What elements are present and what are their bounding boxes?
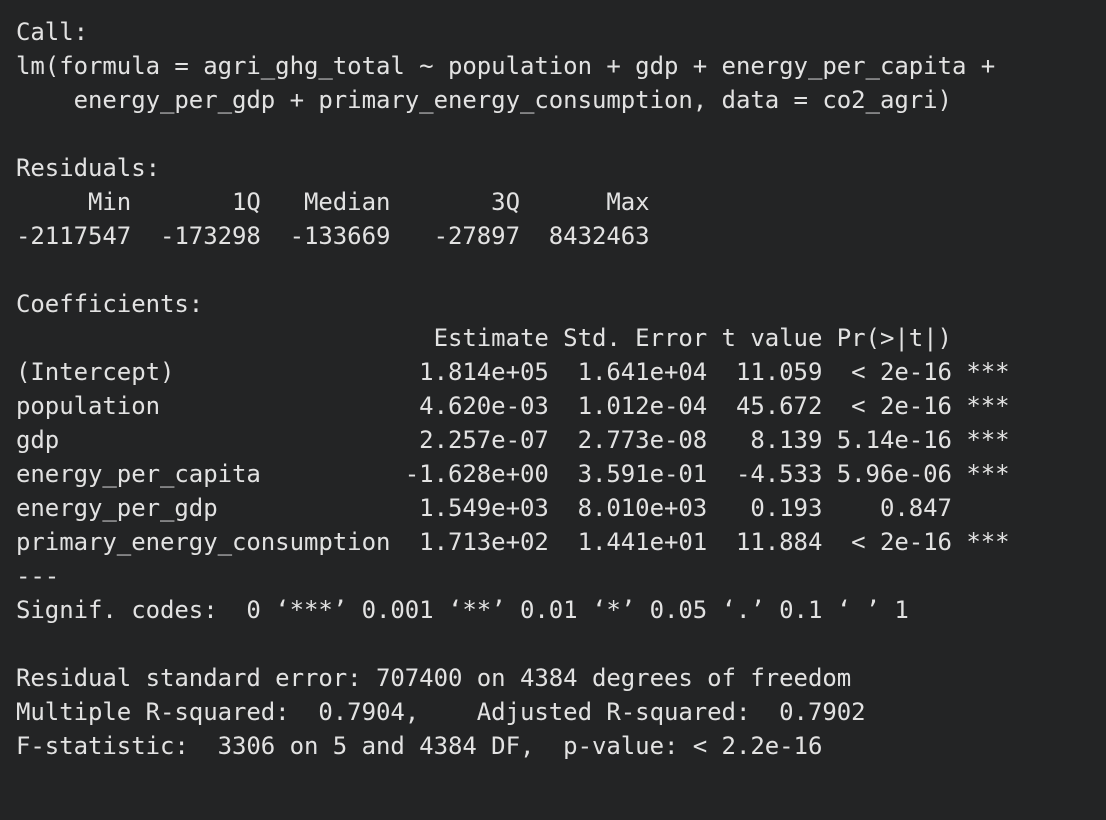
f-statistic-line: F-statistic: 3306 on 5 and 4384 DF, p-va… [16,732,823,760]
coefficients-column-headers: Estimate Std. Error t value Pr(>|t|) [16,324,1010,352]
call-header: Call: [16,18,88,46]
r-squared-line: Multiple R-squared: 0.7904, Adjusted R-s… [16,698,880,726]
residuals-labels: Min 1Q Median 3Q Max [16,188,664,216]
residuals-values: -2117547 -173298 -133669 -27897 8432463 [16,222,664,250]
coefficients-header: Coefficients: [16,290,204,318]
residual-standard-error: Residual standard error: 707400 on 4384 … [16,664,852,692]
signif-codes: Signif. codes: 0 ‘***’ 0.001 ‘**’ 0.01 ‘… [16,596,909,624]
coefficient-row: population 4.620e-03 1.012e-04 45.672 < … [16,392,1010,420]
coefficient-row: energy_per_gdp 1.549e+03 8.010e+03 0.193… [16,494,1010,522]
separator: --- [16,562,60,590]
coefficient-row: primary_energy_consumption 1.713e+02 1.4… [16,528,1010,556]
call-formula-line-1: lm(formula = agri_ghg_total ~ population… [16,52,996,80]
coefficient-row: energy_per_capita -1.628e+00 3.591e-01 -… [16,460,1010,488]
r-console-output[interactable]: Call: lm(formula = agri_ghg_total ~ popu… [0,0,1106,820]
residuals-header: Residuals: [16,154,160,182]
coefficient-row: gdp 2.257e-07 2.773e-08 8.139 5.14e-16 *… [16,426,1010,454]
call-formula-line-2: energy_per_gdp + primary_energy_consumpt… [16,86,952,114]
coefficient-row: (Intercept) 1.814e+05 1.641e+04 11.059 <… [16,358,1010,386]
